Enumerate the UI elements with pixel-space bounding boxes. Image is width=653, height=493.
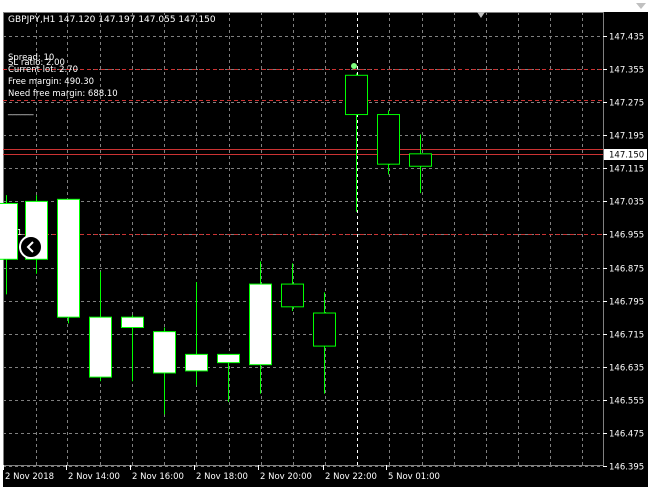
candle-body	[377, 114, 400, 165]
candle-body	[121, 316, 144, 328]
separator-dashes: ______	[8, 106, 34, 116]
ticket-label: 1	[17, 228, 22, 237]
price-tick-label: 147.275	[609, 99, 644, 109]
price-tick-label: 147.115	[609, 165, 644, 175]
scroll-back-button[interactable]	[19, 235, 43, 259]
chart-canvas[interactable]: 147.435 147.355 147.275 147.195 147.115 147.0…	[0, 0, 653, 493]
price-scale	[603, 12, 648, 485]
price-tick-label: 147.435	[609, 33, 644, 43]
time-tick-label: 2 Nov 22:00	[325, 472, 377, 482]
time-tick-label: 2 Nov 2018	[5, 472, 54, 482]
price-tick-label: 146.475	[609, 430, 644, 440]
need-free-margin-label: Need free margin: 688.10	[8, 89, 118, 99]
time-tick-label: 2 Nov 18:00	[196, 472, 248, 482]
triangle-down-icon	[636, 3, 646, 9]
price-tick-label: 147.355	[609, 66, 644, 76]
free-margin-label: Free margin: 490.30	[8, 77, 95, 87]
candle-body	[153, 331, 176, 374]
price-tick-label: 147.195	[609, 132, 644, 142]
time-tick-label: 2 Nov 16:00	[132, 472, 184, 482]
chart-title: GBPJPY,H1 147.120 147.197 147.055 147.15…	[8, 15, 216, 25]
current-price-label: 147.150	[609, 151, 644, 161]
current-lot-label: Current lot: 2.70	[8, 65, 79, 75]
candle-body	[0, 202, 18, 260]
price-tick-label: 146.635	[609, 364, 644, 374]
price-tick-label: 146.795	[609, 298, 644, 308]
price-tick-label: 146.395	[609, 463, 644, 473]
trade-marker	[351, 63, 357, 70]
candle-body	[217, 353, 240, 364]
candle-body	[409, 153, 432, 167]
candle-body	[345, 74, 368, 116]
price-tick-label: 146.875	[609, 265, 644, 275]
candle-body	[313, 312, 336, 347]
candle-body	[249, 283, 272, 366]
price-tick-label: 147.035	[609, 198, 644, 208]
price-tick-label: 146.955	[609, 231, 644, 241]
candle-body	[281, 283, 304, 308]
price-tick-label: 146.715	[609, 331, 644, 341]
time-tick-label: 2 Nov 20:00	[260, 472, 312, 482]
time-tick-label: 5 Nov 01:00	[388, 472, 440, 482]
candle-body	[185, 353, 208, 372]
price-tick-label: 146.555	[609, 397, 644, 407]
candle-body	[57, 198, 80, 318]
chevron-left-icon	[26, 241, 34, 253]
candle-body	[89, 316, 112, 378]
chart-window[interactable]: 147.435 147.355 147.275 147.195 147.115 147.0…	[0, 0, 653, 493]
time-tick-label: 2 Nov 14:00	[68, 472, 120, 482]
